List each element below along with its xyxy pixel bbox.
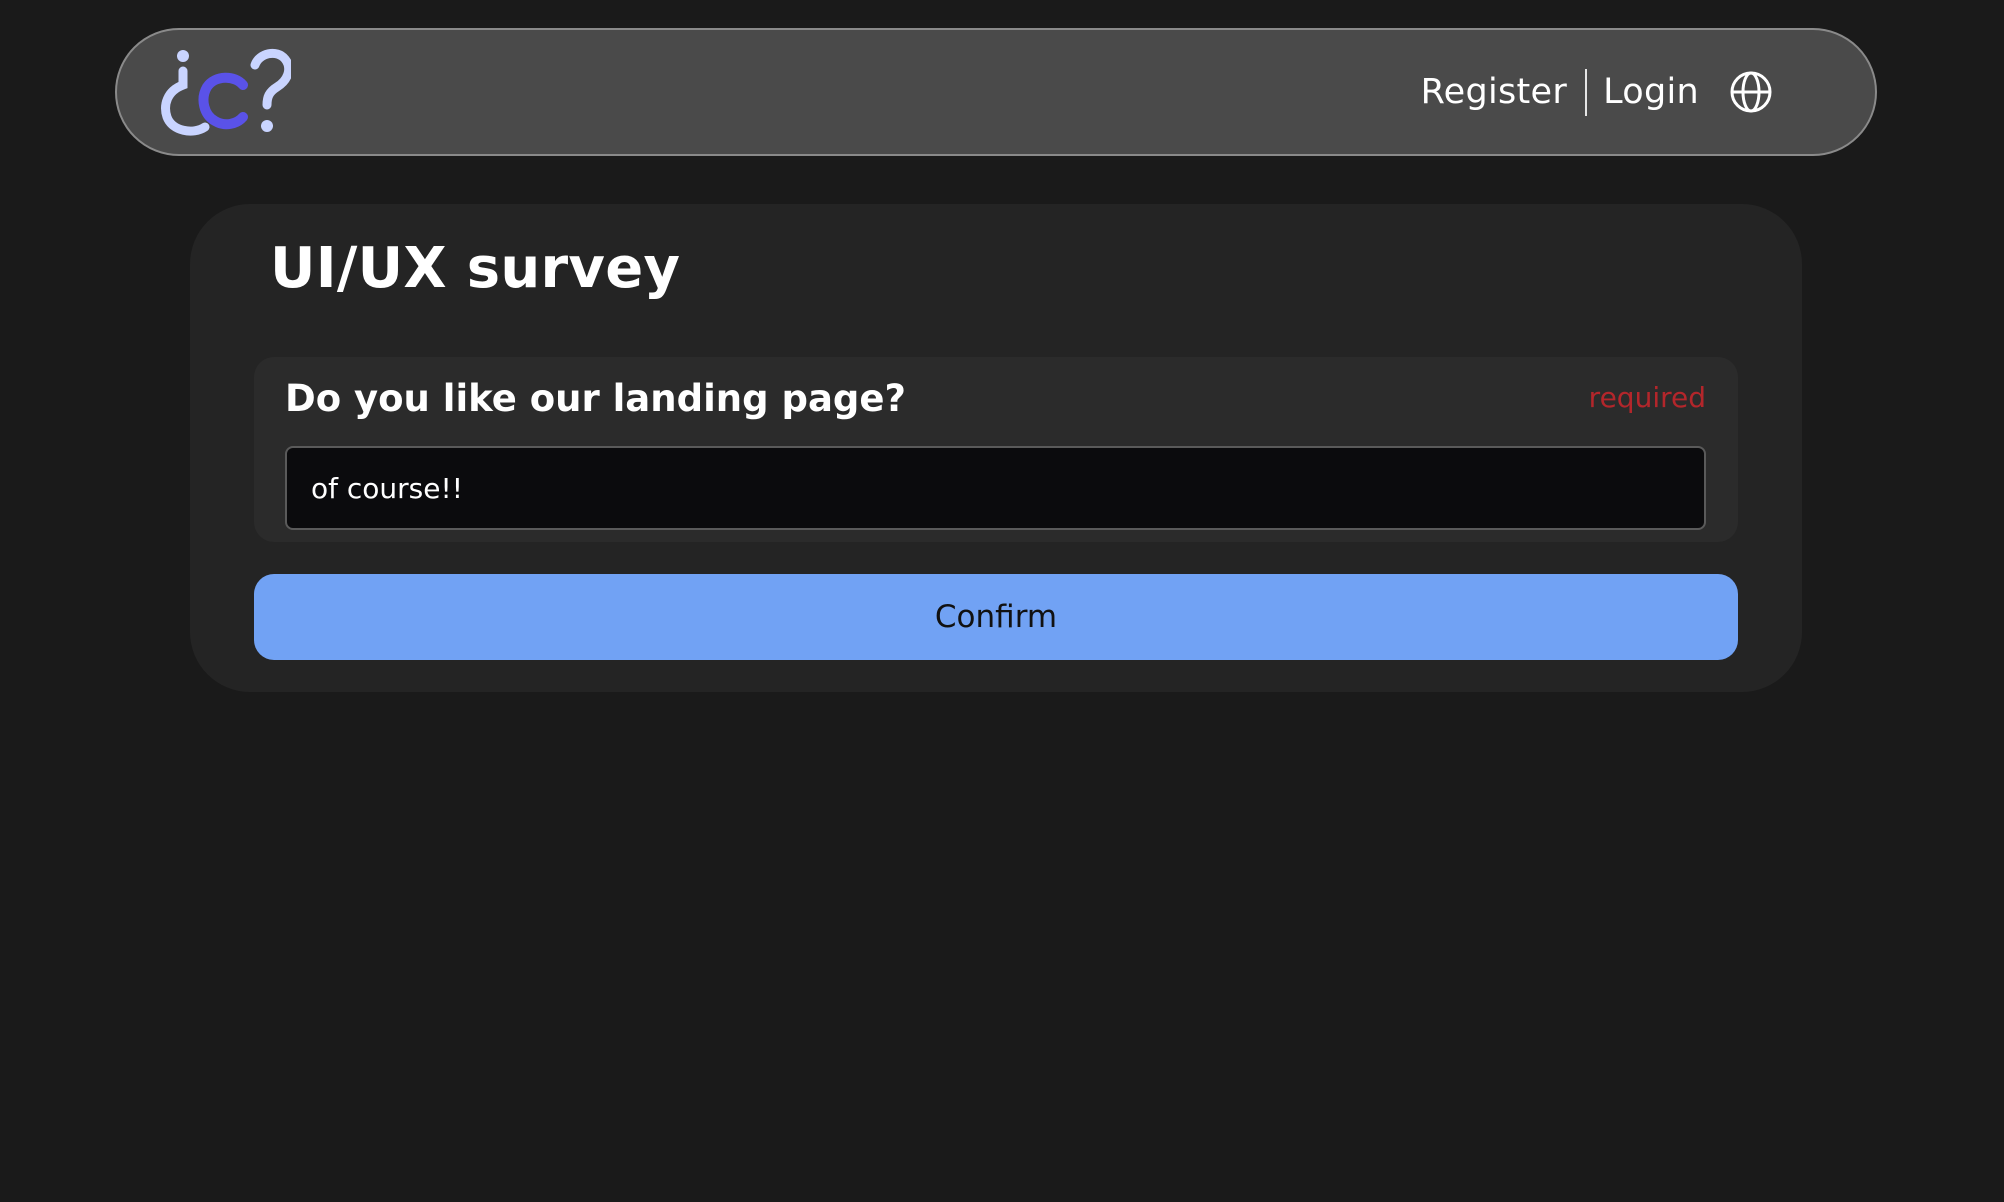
answer-input[interactable] bbox=[285, 446, 1706, 530]
question-block: Do you like our landing page? required bbox=[254, 357, 1738, 542]
register-link[interactable]: Register bbox=[1421, 74, 1568, 110]
nav-divider bbox=[1585, 68, 1588, 116]
site-logo[interactable] bbox=[157, 47, 291, 137]
confirm-button[interactable]: Confirm bbox=[254, 574, 1738, 660]
survey-title: UI/UX survey bbox=[270, 236, 681, 301]
login-link[interactable]: Login bbox=[1603, 74, 1699, 110]
globe-icon[interactable] bbox=[1729, 70, 1773, 114]
page: Register Login UI/UX survey Do you like … bbox=[0, 0, 2004, 1202]
top-navbar: Register Login bbox=[115, 28, 1877, 156]
nav-links: Register Login bbox=[1421, 30, 1773, 154]
question-text: Do you like our landing page? bbox=[285, 377, 906, 420]
required-badge: required bbox=[1588, 381, 1706, 414]
survey-card: UI/UX survey Do you like our landing pag… bbox=[190, 204, 1802, 692]
